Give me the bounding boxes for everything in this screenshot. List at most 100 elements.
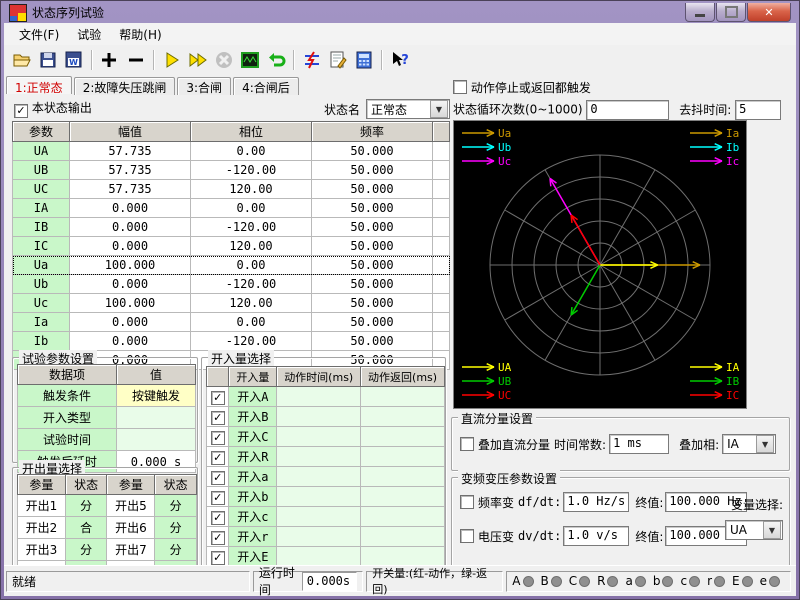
output-state-cell[interactable]: 分 [65,539,107,561]
undo-icon[interactable] [264,48,288,72]
input-act-time-cell[interactable] [277,407,361,427]
tab-state-2[interactable]: 2:故障失压跳闸 [74,77,176,95]
open-icon[interactable] [10,48,34,72]
input-ret-time-cell[interactable] [361,547,445,567]
param-value-cell[interactable]: 50.000 [312,199,433,218]
param-value-cell[interactable] [433,256,450,275]
loop-count-input[interactable]: 0 [586,100,669,120]
remove-icon[interactable] [124,48,148,72]
volt-rate-input[interactable]: 1.0 v/s [563,526,629,546]
input-checkbox-cell[interactable]: ✓ [207,387,229,407]
param-value-cell[interactable] [433,294,450,313]
chevron-down-icon[interactable]: ▼ [763,521,781,539]
param-value-cell[interactable]: 0.000 [70,332,191,351]
close-button[interactable]: ✕ [747,3,791,22]
input-enable-checkbox[interactable]: ✓ [211,451,225,465]
output-state-cell[interactable]: 分 [155,539,197,561]
param-row-IA[interactable]: IA0.0000.0050.000 [13,199,450,218]
save-icon[interactable] [36,48,60,72]
param-value-cell[interactable]: 120.00 [191,237,312,256]
calculator-icon[interactable] [352,48,376,72]
input-ret-time-cell[interactable] [361,387,445,407]
output-state-cell[interactable]: 合 [65,517,107,539]
param-name-cell[interactable]: UC [13,180,70,199]
param-value-cell[interactable] [433,161,450,180]
input-ret-time-cell[interactable] [361,427,445,447]
input-act-time-cell[interactable] [277,487,361,507]
input-enable-checkbox[interactable]: ✓ [211,391,225,405]
param-row-Ia[interactable]: Ia0.0000.0050.000 [13,313,450,332]
input-act-time-cell[interactable] [277,507,361,527]
param-value-cell[interactable]: -120.00 [191,275,312,294]
freq-ramp-checkbox[interactable] [460,495,474,509]
param-row-Ib[interactable]: Ib0.000-120.0050.000 [13,332,450,351]
input-act-time-cell[interactable] [277,527,361,547]
param-value-cell[interactable]: 57.735 [70,161,191,180]
trigger-value-cell[interactable] [117,429,196,451]
param-value-cell[interactable]: 0.00 [191,142,312,161]
add-icon[interactable] [98,48,122,72]
trigger-row[interactable]: 试验时间 [18,429,196,451]
tab-state-4[interactable]: 4:合闸后 [233,77,299,95]
help-icon[interactable]: ? [388,48,412,72]
output-name-cell[interactable]: 开出7 [107,539,155,561]
input-checkbox-cell[interactable]: ✓ [207,507,229,527]
param-value-cell[interactable]: 50.000 [312,294,433,313]
param-row-Uc[interactable]: Uc100.000120.0050.000 [13,294,450,313]
param-value-cell[interactable] [433,180,450,199]
param-value-cell[interactable]: 0.000 [70,218,191,237]
param-value-cell[interactable] [433,332,450,351]
param-value-cell[interactable] [433,199,450,218]
start-icon[interactable] [160,48,184,72]
param-name-cell[interactable]: UA [13,142,70,161]
param-row-UC[interactable]: UC57.735120.0050.000 [13,180,450,199]
input-ret-time-cell[interactable] [361,447,445,467]
input-act-time-cell[interactable] [277,447,361,467]
output-name-cell[interactable]: 开出5 [107,495,155,517]
param-value-cell[interactable]: 0.000 [70,275,191,294]
input-act-time-cell[interactable] [277,467,361,487]
trigger-row[interactable]: 触发条件按键触发 [18,385,196,407]
menu-item-2[interactable]: 帮助(H) [110,24,170,45]
param-value-cell[interactable]: 50.000 [312,180,433,199]
param-value-cell[interactable]: 50.000 [312,313,433,332]
output-state-cell[interactable]: 分 [155,517,197,539]
tab-state-3[interactable]: 3:合闸 [177,77,231,95]
input-checkbox-cell[interactable]: ✓ [207,447,229,467]
param-value-cell[interactable]: 50.000 [312,161,433,180]
input-act-time-cell[interactable] [277,427,361,447]
export-word-icon[interactable]: W [62,48,86,72]
param-value-cell[interactable]: 50.000 [312,275,433,294]
param-name-cell[interactable]: Uc [13,294,70,313]
output-name-cell[interactable]: 开出2 [18,517,66,539]
param-row-IB[interactable]: IB0.000-120.0050.000 [13,218,450,237]
param-value-cell[interactable]: 57.735 [70,142,191,161]
param-value-cell[interactable]: 50.000 [312,237,433,256]
input-ret-time-cell[interactable] [361,407,445,427]
param-name-cell[interactable]: Ub [13,275,70,294]
param-value-cell[interactable]: 100.000 [70,294,191,313]
chevron-down-icon[interactable]: ▼ [756,435,774,453]
input-enable-checkbox[interactable]: ✓ [211,411,225,425]
output-name-cell[interactable]: 开出1 [18,495,66,517]
param-value-cell[interactable]: 0.00 [191,199,312,218]
param-name-cell[interactable]: Ua [13,256,70,275]
start-fast-icon[interactable] [186,48,210,72]
param-value-cell[interactable]: 50.000 [312,256,433,275]
menu-item-1[interactable]: 试验 [68,24,110,45]
param-name-cell[interactable]: IB [13,218,70,237]
dc-tc-input[interactable]: 1 ms [609,434,669,454]
param-value-cell[interactable]: 50.000 [312,142,433,161]
param-name-cell[interactable]: IA [13,199,70,218]
debounce-input[interactable]: 5 [735,100,781,120]
input-enable-checkbox[interactable]: ✓ [211,431,225,445]
state-output-checkbox[interactable]: ✓ [14,104,28,118]
param-value-cell[interactable] [433,313,450,332]
param-value-cell[interactable]: 50.000 [312,332,433,351]
maximize-button[interactable] [716,3,746,22]
param-value-cell[interactable]: -120.00 [191,218,312,237]
param-value-cell[interactable]: 0.00 [191,256,312,275]
param-name-cell[interactable]: Ia [13,313,70,332]
param-value-cell[interactable] [433,142,450,161]
param-value-cell[interactable] [433,218,450,237]
